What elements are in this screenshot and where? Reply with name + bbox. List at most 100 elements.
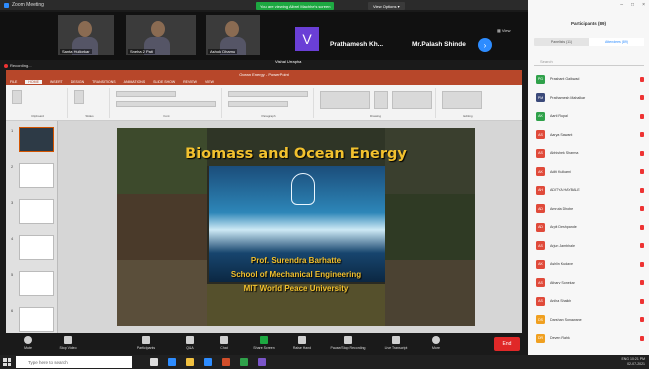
next-page-button[interactable]: › — [478, 38, 492, 52]
record-icon — [344, 336, 352, 344]
file-explorer-icon[interactable] — [186, 358, 194, 366]
ppt-tab[interactable]: SLIDE SHOW — [153, 80, 175, 84]
ppt-tab[interactable]: ANIMATIONS — [124, 80, 146, 84]
participant-row[interactable]: DS Darshan Sonawane — [536, 315, 646, 325]
qa-button[interactable]: Q&A — [172, 335, 208, 353]
windows-start-icon[interactable] — [3, 358, 11, 366]
gallery-view-button[interactable]: ▦ View — [497, 28, 511, 33]
powerpoint-app-icon[interactable] — [222, 358, 230, 366]
language-indicator: ENG — [621, 357, 630, 361]
view-options-button[interactable]: View Options ▾ — [368, 2, 405, 10]
recording-button[interactable]: Pause/Stop Recording — [326, 335, 370, 353]
school-name: School of Mechanical Engineering — [230, 270, 362, 279]
font-name-select[interactable] — [116, 91, 176, 97]
paragraph-buttons[interactable] — [228, 91, 308, 97]
chrome-icon[interactable] — [240, 358, 248, 366]
avatar: AS — [536, 148, 545, 158]
participant-row[interactable]: PM Prathamesh Mahalkar — [536, 93, 646, 103]
maximize-icon[interactable]: □ — [631, 2, 634, 8]
slide-number: 1 — [11, 128, 14, 133]
avatar: AS — [536, 296, 545, 306]
participant-row[interactable]: PG Prashant Gaikwad — [536, 74, 646, 84]
participant-search-input[interactable]: Search — [534, 58, 644, 66]
windows-taskbar: Type here to search ENG 10:21 PM 02-07-2… — [0, 355, 649, 369]
ppt-tab[interactable]: DESIGN — [71, 80, 84, 84]
ppt-tab[interactable]: HOME — [25, 79, 42, 84]
video-tile[interactable]: Ashok Dhamu — [206, 15, 260, 55]
more-button[interactable]: More — [418, 335, 454, 353]
chat-button[interactable]: Chat — [206, 335, 242, 353]
zoom-app-icon[interactable] — [204, 358, 212, 366]
ppt-tab[interactable]: REVIEW — [183, 80, 197, 84]
video-tile[interactable]: Sneha 2 Pati — [126, 15, 196, 55]
participant-name: Arjun Jambhale — [550, 243, 575, 248]
new-slide-icon[interactable] — [74, 90, 84, 104]
minimize-icon[interactable]: – — [620, 2, 623, 8]
close-icon[interactable]: × — [642, 2, 645, 8]
recording-label: Recording... — [10, 63, 32, 68]
muted-mic-icon — [640, 317, 644, 322]
slide-thumbnail[interactable]: 5 — [11, 271, 54, 296]
participant-row[interactable]: AD Amruta Dhobe — [536, 204, 646, 214]
slide-thumbnail[interactable]: 4 — [11, 235, 54, 260]
participant-name: Ashlin Kudave — [550, 262, 573, 266]
toolbar-label: Chat — [220, 346, 228, 350]
participant-row[interactable]: AS Aarya Sawant — [536, 130, 646, 140]
participant-face — [150, 21, 165, 37]
font-format-buttons[interactable] — [116, 101, 216, 107]
paste-icon[interactable] — [12, 90, 22, 104]
avatar: AK — [536, 167, 545, 176]
ribbon-group: Font — [112, 88, 222, 118]
raise-hand-button[interactable]: Raise Hand — [284, 335, 320, 353]
end-meeting-button[interactable]: End — [494, 337, 520, 351]
participant-row[interactable]: AS Abhishek Sharma — [536, 148, 646, 158]
participant-row[interactable]: AS Atharv Sonekar — [536, 278, 646, 288]
slide-thumbnail[interactable]: 3 — [11, 199, 54, 224]
slide-thumbnail[interactable]: 1 — [11, 127, 54, 152]
edge-icon[interactable] — [168, 358, 176, 366]
video-tile[interactable]: Santa Hullorkar — [58, 15, 114, 55]
share-screen-button[interactable]: Share Screen — [246, 335, 282, 353]
participants-button[interactable]: Participants — [128, 335, 164, 353]
ppt-tab[interactable]: INSERT — [50, 80, 63, 84]
participant-row[interactable]: AK Aditi Kulkarni — [536, 167, 646, 177]
ppt-tab[interactable]: FILE — [10, 80, 17, 84]
participant-name: Aarti Rupal — [550, 114, 568, 118]
task-view-icon[interactable] — [150, 358, 158, 366]
participant-row[interactable]: AS Arjun Jambhale — [536, 241, 646, 251]
slide-title: Biomass and Ocean Energy — [185, 146, 407, 162]
tab-attendees[interactable]: Attendees (89) — [589, 38, 644, 46]
mute-button[interactable]: Mute — [10, 335, 46, 353]
slide-photo — [117, 194, 207, 260]
slide-thumbnail[interactable]: 2 — [11, 163, 54, 188]
arrange-button[interactable] — [374, 91, 388, 109]
avatar-tile[interactable]: V — [295, 27, 319, 51]
avatar: AS — [536, 130, 545, 139]
find-replace-buttons[interactable] — [442, 91, 482, 109]
shapes-gallery[interactable] — [320, 91, 370, 109]
ppt-tab[interactable]: TRANSITIONS — [92, 80, 116, 84]
tab-panelists[interactable]: Panelists (11) — [534, 38, 589, 46]
app-icon[interactable] — [258, 358, 266, 366]
ppt-tab[interactable]: VIEW — [205, 80, 214, 84]
participant-name: Aarya Sawant — [550, 132, 573, 137]
slide-thumbnail[interactable]: 6 — [11, 307, 54, 332]
participant-row[interactable]: AK Aarti Rupal — [536, 111, 646, 121]
participant-name: Arpit Deshpande — [550, 225, 577, 229]
stop-video-button[interactable]: Stop Video — [50, 335, 86, 353]
participant-row[interactable]: AH ADITYA HAYBALE — [536, 185, 646, 195]
live-transcript-button[interactable]: Live Transcript — [378, 335, 414, 353]
participant-row[interactable]: AS Aniha Shaikh — [536, 296, 646, 306]
share-icon — [260, 336, 268, 344]
participant-row[interactable]: AK Ashlin Kudave — [536, 259, 646, 269]
align-buttons[interactable] — [228, 101, 288, 107]
participant-row[interactable]: AD Arpit Deshpande — [536, 222, 646, 232]
participant-row[interactable]: DR Deven Rahk — [536, 333, 646, 343]
ppt-ribbon-tabs: FILE HOME INSERT DESIGN TRANSITIONS ANIM… — [6, 78, 522, 85]
shape-style-buttons[interactable] — [392, 91, 432, 109]
ribbon-group-label: Editing — [463, 114, 473, 118]
muted-mic-icon — [640, 224, 644, 230]
taskbar-search-input[interactable]: Type here to search — [16, 356, 132, 368]
avatar: PG — [536, 74, 545, 84]
muted-mic-icon — [640, 298, 644, 304]
